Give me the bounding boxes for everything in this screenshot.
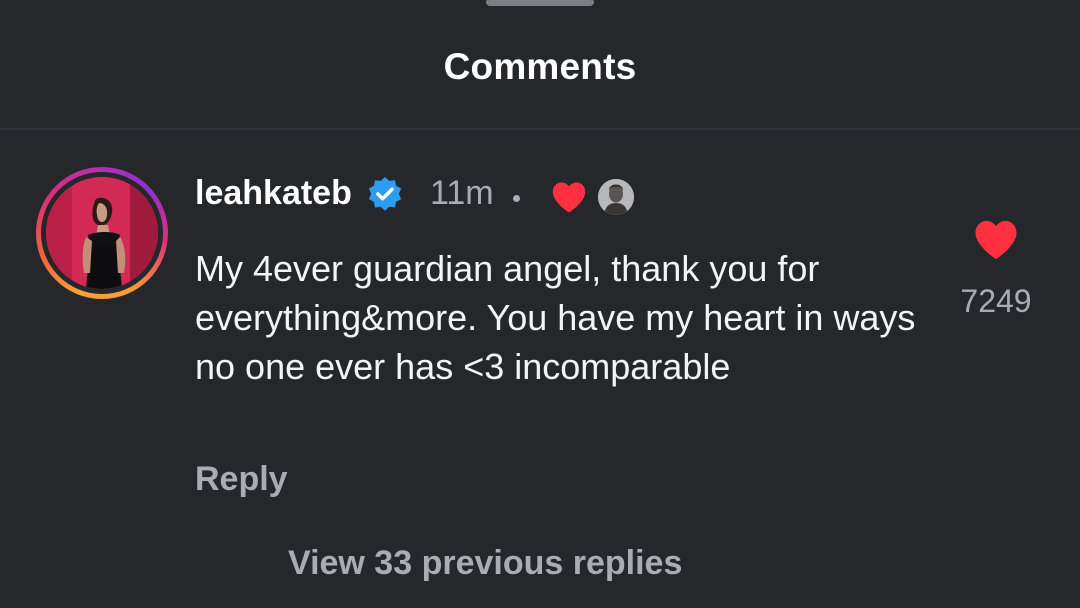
author-liked-heart-icon — [552, 182, 586, 213]
avatar-border — [41, 172, 163, 294]
reply-button[interactable]: Reply — [195, 460, 288, 499]
author-avatar-image — [598, 179, 634, 215]
like-count: 7249 — [960, 283, 1032, 319]
avatar[interactable] — [36, 167, 168, 299]
page-title: Comments — [443, 46, 637, 87]
like-heart-icon[interactable] — [972, 218, 1020, 261]
comment-timestamp: 11m — [430, 174, 494, 212]
verified-badge-icon — [368, 176, 402, 211]
author-avatar — [598, 179, 634, 215]
view-previous-replies-button[interactable]: View 33 previous replies — [288, 544, 682, 583]
avatar-image — [46, 177, 158, 289]
drag-handle[interactable] — [486, 0, 594, 6]
comment-username[interactable]: leahkateb — [195, 174, 352, 213]
avatar-photo — [46, 177, 158, 289]
comment-text: My 4ever guardian angel, thank you for e… — [195, 248, 916, 387]
separator-dot — [513, 195, 520, 202]
comments-sheet: Comments leahkateb 11m My 4ever guardian… — [0, 0, 1080, 608]
header-divider — [0, 128, 1080, 130]
